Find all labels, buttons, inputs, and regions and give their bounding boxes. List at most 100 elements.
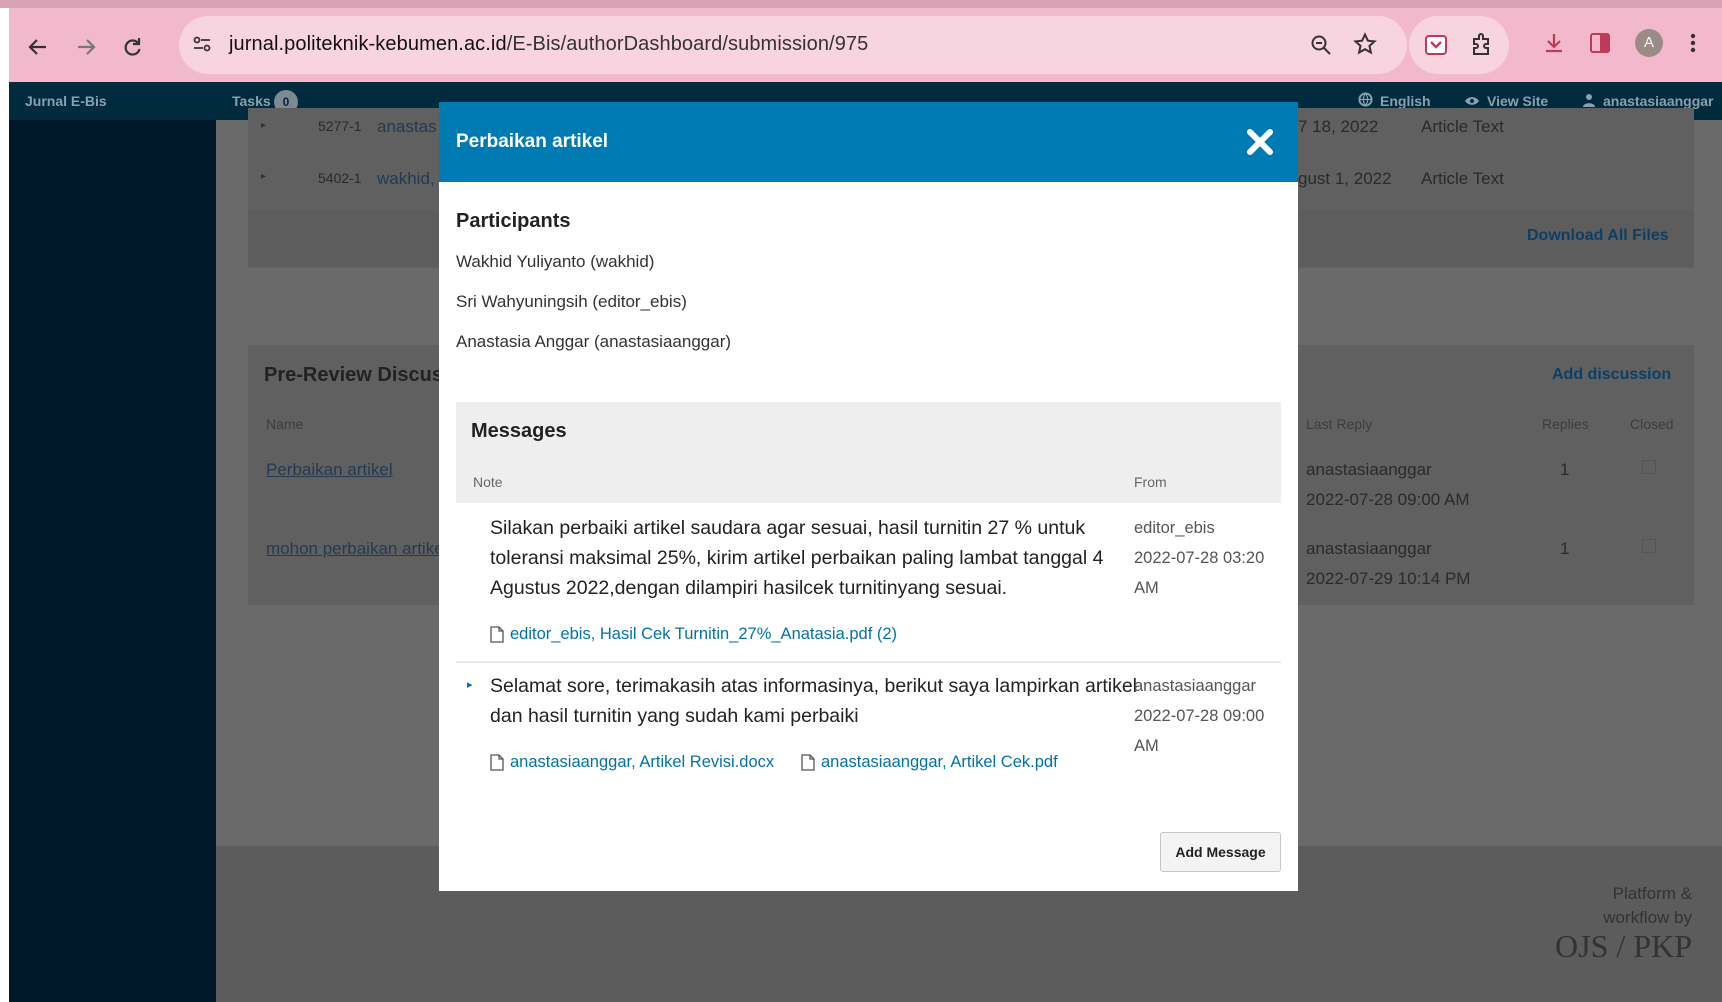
message-time-suffix: AM (1134, 579, 1159, 597)
message-time-suffix: AM (1134, 737, 1159, 755)
column-closed: Closed (1630, 416, 1674, 432)
profile-initial: A (1635, 29, 1663, 57)
download-icon (1546, 34, 1562, 53)
side-panel-button[interactable] (1584, 27, 1616, 59)
side-panel-icon (1590, 33, 1610, 53)
footer-line-1: Platform & (1612, 884, 1692, 903)
discussion-last-user: anastasiaanggar (1306, 460, 1432, 479)
extensions-group (1409, 16, 1509, 74)
message-from: anastasiaanggar 2022-07-28 09:00 AM (1134, 671, 1264, 761)
sidebar (9, 120, 216, 1002)
browser-toolbar: jurnal.politeknik-kebumen.ac.id/E-Bis/au… (9, 8, 1722, 82)
message-from: editor_ebis 2022-07-28 03:20 AM (1134, 513, 1264, 603)
discussion-last-time: 2022-07-28 09:00 AM (1306, 490, 1470, 509)
close-modal-button[interactable] (1242, 124, 1278, 160)
attachment-name: editor_ebis, Hasil Cek Turnitin_27%_Anat… (510, 625, 898, 643)
discussion-link[interactable]: Perbaikan artikel (266, 460, 393, 480)
expand-row-icon[interactable]: ▸ (261, 120, 266, 131)
participant-item: Anastasia Anggar (anastasiaanggar) (456, 332, 732, 351)
message-row[interactable]: ▸ Selamat sore, terimakasih atas informa… (456, 662, 1281, 790)
column-last-reply: Last Reply (1306, 416, 1373, 432)
messages-panel: Messages Note From Silakan perbaiki arti… (456, 402, 1281, 790)
ojs-pkp-logo[interactable]: OJS / PKP (1555, 928, 1692, 965)
download-all-files-link[interactable]: Download All Files (1527, 227, 1669, 245)
message-date: 2022-07-28 09:00 (1134, 707, 1265, 725)
zoom-icon[interactable] (1309, 33, 1333, 62)
screen: jurnal.politeknik-kebumen.ac.id/E-Bis/au… (0, 0, 1722, 1002)
discussion-closed-checkbox[interactable] (1642, 539, 1656, 553)
file-date: 7 18, 2022 (1298, 117, 1379, 136)
url-text: jurnal.politeknik-kebumen.ac.id/E-Bis/au… (229, 33, 868, 56)
attachment-link[interactable]: anastasiaanggar, Artikel Cek.pdf (801, 753, 1058, 772)
discussion-replies: 1 (1560, 539, 1570, 558)
attachment-name: anastasiaanggar, Artikel Cek.pdf (821, 753, 1058, 771)
profile-avatar[interactable]: A (1633, 27, 1665, 59)
column-name: Name (266, 416, 304, 432)
messages-heading: Messages (471, 420, 567, 442)
message-date: 2022-07-28 03:20 (1134, 549, 1265, 567)
file-type: Article Text (1421, 117, 1504, 136)
forward-button[interactable] (69, 30, 103, 64)
message-line: Agustus 2022,dengan dilampiri hasilcek t… (490, 577, 1008, 599)
file-icon (490, 626, 504, 643)
discussion-last-user: anastasiaanggar (1306, 539, 1432, 558)
discussion-closed-checkbox[interactable] (1642, 460, 1656, 474)
forward-arrow-icon (78, 39, 96, 55)
file-name-link[interactable]: wakhid, (377, 169, 435, 189)
add-message-button[interactable]: Add Message (1160, 832, 1281, 872)
column-replies: Replies (1542, 416, 1589, 432)
participant-item: Sri Wahyuningsih (editor_ebis) (456, 292, 687, 311)
message-line: Selamat sore, terimakasih atas informasi… (490, 675, 1138, 697)
tasks-label[interactable]: Tasks (232, 93, 271, 109)
expand-row-icon[interactable]: ▸ (261, 171, 266, 182)
file-icon (801, 754, 815, 771)
url-path: /E-Bis/authorDashboard/submission/975 (506, 33, 869, 55)
browser-menu-button[interactable] (1677, 27, 1709, 59)
close-icon (1247, 129, 1273, 155)
message-row[interactable]: Silakan perbaiki artikel saudara agar se… (456, 503, 1281, 661)
discussion-modal: Perbaikan artikel Participants Wakhid Yu… (439, 102, 1298, 891)
file-icon (490, 754, 504, 771)
message-author: anastasiaanggar (1134, 677, 1257, 695)
journal-name-link[interactable]: Jurnal E-Bis (25, 93, 107, 109)
file-type: Article Text (1421, 169, 1504, 188)
modal-header: Perbaikan artikel (439, 102, 1298, 182)
attachment-link[interactable]: anastasiaanggar, Artikel Revisi.docx (490, 753, 774, 772)
message-line: dan hasil turnitin yang sudah kami perba… (490, 705, 859, 727)
view-site-link[interactable]: View Site (1487, 93, 1548, 109)
address-bar[interactable]: jurnal.politeknik-kebumen.ac.id/E-Bis/au… (179, 16, 1407, 74)
browser-top-strip (0, 0, 1722, 8)
url-host: jurnal.politeknik-kebumen.ac.id (229, 33, 507, 55)
file-date: gust 1, 2022 (1298, 169, 1392, 188)
reload-icon (124, 38, 141, 56)
modal-title: Perbaikan artikel (456, 131, 609, 152)
message-line: toleransi maksimal 25%, kirim artikel pe… (490, 547, 1104, 569)
message-text: Silakan perbaiki artikel saudara agar se… (490, 513, 1103, 603)
add-discussion-link[interactable]: Add discussion (1552, 366, 1671, 384)
message-author: editor_ebis (1134, 519, 1215, 537)
column-from: From (1134, 474, 1167, 490)
extensions-puzzle-icon[interactable] (1469, 32, 1495, 63)
download-button[interactable] (1538, 27, 1570, 59)
discussion-link[interactable]: mohon perbaikan artike (266, 539, 444, 559)
file-name-link[interactable]: anastas (377, 117, 437, 137)
back-button[interactable] (21, 30, 55, 64)
message-text: Selamat sore, terimakasih atas informasi… (490, 671, 1137, 731)
pocket-extension-icon[interactable] (1424, 33, 1448, 62)
discussion-last-time: 2022-07-29 10:14 PM (1306, 569, 1471, 588)
attachment-name: anastasiaanggar, Artikel Revisi.docx (510, 753, 775, 771)
participant-item: Wakhid Yuliyanto (wakhid) (456, 252, 655, 271)
discussion-replies: 1 (1560, 460, 1570, 479)
reload-button[interactable] (115, 30, 149, 64)
user-menu[interactable]: anastasiaanggar (1603, 93, 1714, 109)
site-info-icon[interactable] (191, 33, 213, 60)
bookmark-star-icon[interactable] (1353, 32, 1377, 61)
attachment-link[interactable]: editor_ebis, Hasil Cek Turnitin_27%_Anat… (490, 625, 897, 644)
participants-heading: Participants (456, 210, 571, 232)
file-id: 5402-1 (318, 170, 362, 186)
language-menu[interactable]: English (1380, 93, 1431, 109)
file-id: 5277-1 (318, 118, 362, 134)
back-arrow-icon (28, 39, 46, 55)
footer-line-2: workflow by (1603, 908, 1692, 927)
expand-message-icon[interactable]: ▸ (467, 678, 473, 691)
